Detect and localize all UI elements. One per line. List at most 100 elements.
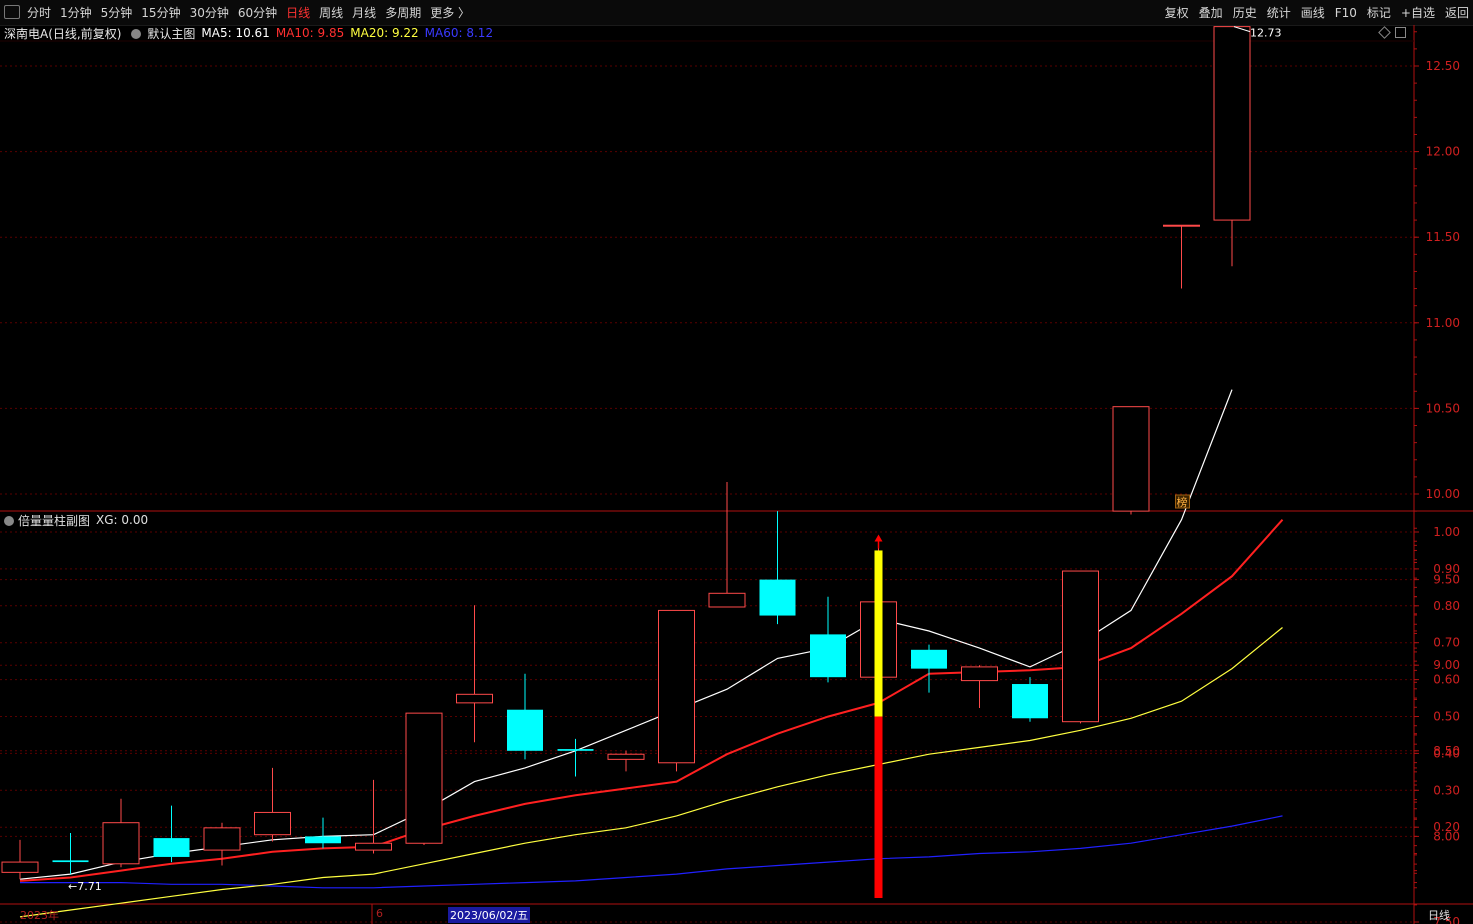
sub-label: 0.60 (1433, 673, 1460, 687)
sub-label: 0.50 (1433, 710, 1460, 724)
period-label[interactable]: 日线 (1428, 907, 1450, 923)
indicator-dropdown-icon[interactable] (131, 29, 142, 39)
high-label: 12.73 (1250, 27, 1282, 40)
candle-body-up (607, 753, 645, 760)
candle-body-down (52, 860, 89, 863)
period-tab-3[interactable]: 15分钟 (141, 4, 180, 21)
period-tab-7[interactable]: 周线 (319, 4, 343, 21)
xg-value: XG: 0.00 (96, 513, 149, 527)
price-label: 12.00 (1426, 145, 1460, 159)
main-indicator-name[interactable]: 默认主图 (147, 25, 195, 42)
period-tab-0[interactable]: 分时 (27, 4, 51, 21)
toolbar-button-2[interactable]: 历史 (1233, 4, 1257, 21)
sub-indicator-name[interactable]: 倍量量柱副图 (18, 512, 90, 529)
tool-buttons: 复权 叠加 历史 统计 画线 F10 标记 +自选 返回 (1155, 0, 1469, 25)
sub-label: 1.00 (1433, 525, 1460, 539)
period-tab-1[interactable]: 1分钟 (60, 4, 92, 21)
price-label: 8.50 (1433, 744, 1460, 758)
period-tab-5[interactable]: 60分钟 (238, 4, 277, 21)
price-label: 8.00 (1433, 829, 1460, 843)
candle-body-up (405, 712, 443, 844)
toolbar-button-8[interactable]: 返回 (1445, 4, 1469, 21)
kline-chart[interactable]: 12.50 12.00 11.50 11.00 10.50 10.00 9.50 9.00 8.… (0, 0, 1473, 924)
period-tab-6[interactable]: 日线 (286, 4, 310, 21)
candle-body-up (456, 693, 493, 704)
candle-body-up (708, 592, 746, 608)
period-tab-10[interactable]: 更多 〉 (430, 4, 470, 21)
window-icon[interactable] (4, 5, 20, 19)
ma20-value: MA20: 9.22 (350, 26, 419, 40)
candle-body-up (1062, 570, 1099, 723)
candle-body-up (1, 861, 39, 873)
high-arrow (1233, 26, 1251, 33)
toolbar-button-5[interactable]: F10 (1335, 6, 1357, 20)
sub-label: 0.70 (1433, 636, 1460, 650)
price-label: 12.50 (1426, 59, 1460, 73)
toolbar-button-4[interactable]: 画线 (1301, 4, 1325, 21)
candle-body-up (1112, 406, 1150, 512)
period-tab-4[interactable]: 30分钟 (190, 4, 229, 21)
stock-title[interactable]: 深南电A(日线,前复权) (4, 25, 121, 42)
candle-body-up (1213, 26, 1251, 221)
badge-label: 榜 (1177, 495, 1188, 509)
signal-bar-yellow (874, 550, 883, 717)
ma5-value: MA5: 10.61 (201, 26, 270, 40)
ma10-line (19, 519, 1284, 882)
toolbar-button-0[interactable]: 复权 (1165, 4, 1189, 21)
ma60-value: MA60: 8.12 (424, 26, 494, 40)
cursor-date: 2023/06/02/五 (448, 907, 531, 923)
candle-body-down (911, 649, 947, 669)
candle-body-down (305, 836, 341, 844)
ma5-line (19, 389, 1233, 880)
low-label: ←7.71 (68, 880, 102, 893)
sub-label: 0.80 (1433, 599, 1460, 613)
sub-label: 0.40 (1433, 746, 1460, 760)
period-tab-2[interactable]: 5分钟 (101, 4, 133, 21)
main-chart-header: 深南电A(日线,前复权) 默认主图 MA5: 10.61 MA10: 9.85 … (0, 25, 499, 41)
price-label: 11.50 (1426, 230, 1460, 244)
top-toolbar: 分时 1分钟 5分钟 15分钟 30分钟 60分钟 日线 周线 月线 多周期 更多 〉 复权 叠加 历史… (0, 0, 1473, 26)
sub-label: 0.30 (1433, 783, 1460, 797)
toolbar-button-6[interactable]: 标记 (1367, 4, 1391, 21)
toolbar-button-3[interactable]: 统计 (1267, 4, 1291, 21)
candle-body-up (961, 666, 998, 682)
candle-body-up (658, 609, 695, 764)
price-label: 10.00 (1426, 487, 1460, 501)
candle-body-down (557, 749, 594, 751)
candle-body-up (102, 822, 140, 865)
period-tab-8[interactable]: 月线 (352, 4, 376, 21)
candle-body-down (759, 579, 796, 616)
time-axis-bar: 2023年 6 2023/06/02/五 日线 (0, 904, 1473, 924)
ma20-line (19, 627, 1283, 918)
signal-arrow-head (874, 534, 883, 542)
chart-controls (1378, 26, 1412, 39)
price-label: 9.50 (1433, 573, 1460, 587)
period-tabs: 分时 1分钟 5分钟 15分钟 30分钟 60分钟 日线 周线 月线 多周期 更多 〉 (27, 0, 479, 25)
window-toggle-icon[interactable] (1395, 27, 1406, 38)
badge-box (1175, 494, 1190, 509)
candle-body-down (507, 709, 543, 751)
ma10-value: MA10: 9.85 (275, 26, 345, 40)
candle-body-up (1163, 224, 1200, 227)
sub-chart-header: 倍量量柱副图 XG: 0.00 (0, 512, 148, 528)
candle-body-up (355, 842, 392, 851)
toolbar-button-1[interactable]: 叠加 (1199, 4, 1223, 21)
ma60-line (20, 815, 1283, 889)
candle-body-down (810, 634, 846, 678)
price-label: 9.00 (1433, 658, 1460, 672)
year-label: 2023年 (20, 909, 59, 922)
price-label: 10.50 (1426, 401, 1460, 415)
diamond-icon[interactable] (1378, 26, 1391, 39)
candle-body-up (860, 601, 897, 678)
sub-label: 0.90 (1433, 562, 1460, 576)
period-tab-9[interactable]: 多周期 (385, 4, 421, 21)
toolbar-button-7[interactable]: +自选 (1401, 4, 1435, 21)
signal-bar-red (874, 716, 883, 898)
sub-indicator-dropdown-icon[interactable] (4, 516, 14, 526)
candle-body-up (203, 827, 241, 851)
candle-body-down (1012, 684, 1048, 719)
candle-body-up (254, 811, 291, 836)
candle-body-down (153, 838, 190, 857)
price-label: 11.00 (1426, 316, 1460, 330)
sub-label: 0.20 (1433, 820, 1460, 834)
